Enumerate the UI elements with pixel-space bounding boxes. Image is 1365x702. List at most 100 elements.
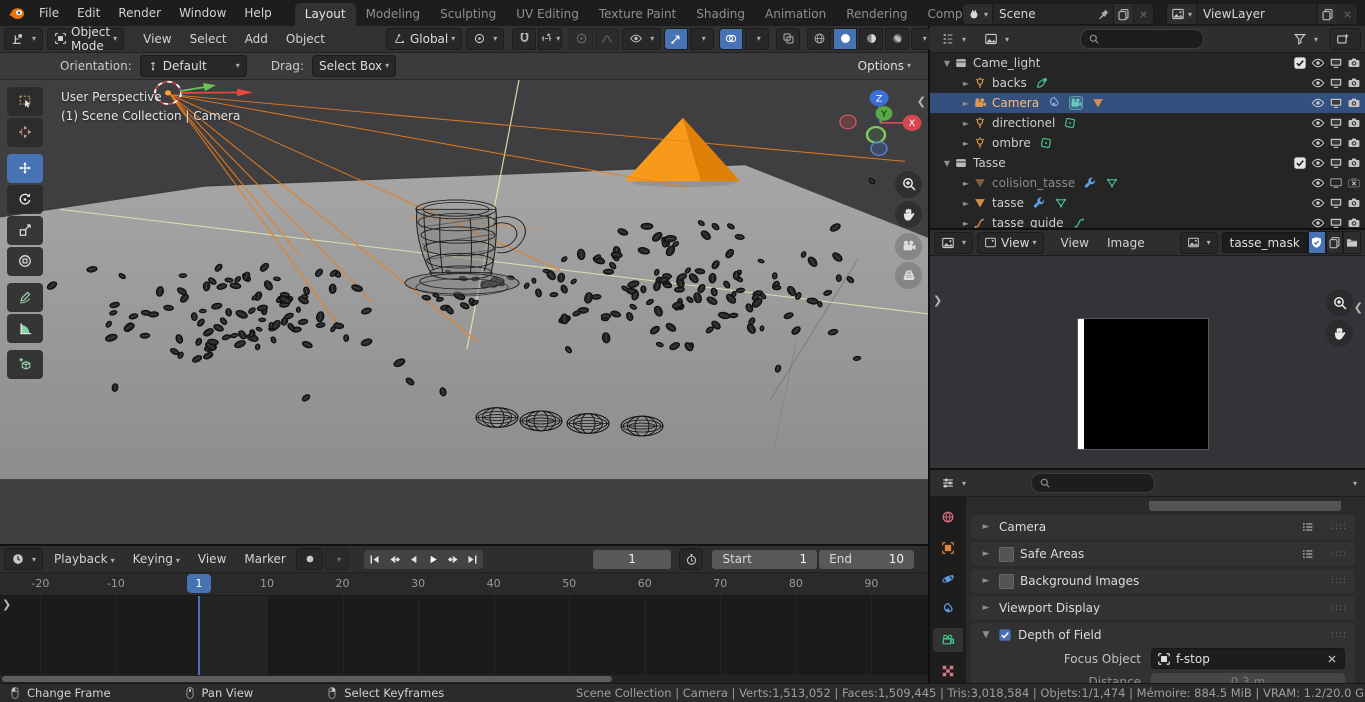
current-frame-field[interactable]: 1 — [593, 550, 672, 569]
disclosure-icon[interactable]: ► — [959, 99, 973, 108]
panel-header[interactable]: ►Background Images:::: — [971, 569, 1355, 593]
xray-toggle[interactable] — [776, 28, 800, 50]
preset-list-icon[interactable] — [1301, 520, 1315, 534]
zoom-view-button[interactable] — [895, 171, 922, 198]
blender-logo-icon[interactable] — [8, 5, 26, 21]
disclosure-icon[interactable]: ► — [959, 119, 973, 128]
panel-header[interactable]: ▼Depth of Field:::: — [971, 623, 1355, 647]
viewport-canvas[interactable]: Z Y X User Perspective (1) Scene Collect… — [0, 80, 928, 545]
auto-keying-toggle[interactable] — [296, 548, 324, 570]
outliner-item-label[interactable]: Tasse — [973, 156, 1006, 170]
image-editor-type-button[interactable]: ▾ — [934, 232, 973, 254]
properties-tab-constraint[interactable] — [933, 597, 963, 621]
focus-object-field[interactable]: f-stop — [1151, 648, 1345, 669]
proportional-edit-toggle[interactable] — [569, 28, 593, 50]
panel-disclosure-icon[interactable]: ► — [979, 603, 993, 613]
disclosure-icon[interactable]: ▼ — [940, 159, 954, 168]
use-preview-range-toggle[interactable] — [679, 548, 703, 570]
disable-viewport-toggle[interactable] — [1329, 56, 1343, 70]
properties-tab-camera-data[interactable] — [933, 628, 963, 652]
disable-render-toggle[interactable] — [1347, 76, 1361, 90]
timeline-menu-playback[interactable]: Playback▾ — [45, 552, 124, 566]
workspace-tab-sculpting[interactable]: Sculpting — [430, 3, 506, 26]
outliner-item-label[interactable]: tasse_guide — [992, 216, 1064, 228]
outliner-row-tasse_guide[interactable]: ►tasse_guide — [930, 213, 1365, 228]
hide-eye-toggle[interactable] — [1311, 176, 1325, 190]
workspace-tab-layout[interactable]: Layout — [295, 3, 356, 26]
properties-tab-physics[interactable] — [933, 567, 963, 591]
outliner-row-directionel[interactable]: ► directionel — [930, 113, 1365, 133]
panel-drag-grip[interactable]: :::: — [1331, 576, 1347, 586]
tool-rotate-button[interactable] — [7, 185, 43, 214]
disable-render-toggle[interactable] — [1347, 56, 1361, 70]
options-dropdown[interactable]: Options▾ — [851, 55, 918, 77]
panel-drag-grip[interactable]: :::: — [1331, 603, 1347, 613]
disable-render-toggle[interactable] — [1347, 96, 1361, 110]
outliner-row-Tasse[interactable]: ▼ Tasse — [930, 153, 1365, 173]
toggle-ortho-button[interactable] — [895, 262, 922, 289]
mode-dropdown[interactable]: Object Mode▾ — [47, 28, 124, 50]
workspace-tab-modeling[interactable]: Modeling — [356, 3, 431, 26]
viewport-menu-view[interactable]: View — [134, 32, 180, 46]
exclude-checkbox[interactable] — [1293, 56, 1307, 70]
image-menu-view[interactable]: View — [1052, 236, 1098, 250]
workspace-tab-uv-editing[interactable]: UV Editing — [506, 3, 589, 26]
scene-browse-button[interactable]: ▾ — [963, 4, 993, 24]
outliner-row-colision_tasse[interactable]: ►colision_tasse — [930, 173, 1365, 193]
tool-add-cube-button[interactable] — [7, 350, 43, 379]
camera-view-button[interactable] — [895, 233, 922, 260]
hide-eye-toggle[interactable] — [1311, 116, 1325, 130]
panel-checkbox[interactable] — [999, 547, 1014, 562]
timeline-body[interactable]: ❯ — [0, 596, 928, 675]
topbar-menu-window[interactable]: Window — [170, 6, 235, 20]
wireframe-sphere[interactable] — [621, 416, 663, 436]
panel-disclosure-icon[interactable]: ► — [979, 522, 993, 532]
outliner-item-label[interactable]: Came_light — [973, 56, 1040, 70]
disable-viewport-toggle[interactable] — [1329, 136, 1343, 150]
workspace-tab-animation[interactable]: Animation — [755, 3, 836, 26]
open-image-button[interactable] — [1343, 231, 1361, 254]
image-name-field[interactable]: tasse_mask — [1222, 232, 1308, 253]
snap-toggle[interactable] — [512, 28, 536, 50]
gizmos-dropdown[interactable]: ▾ — [690, 28, 714, 50]
topbar-menu-file[interactable]: File — [30, 6, 68, 20]
scene-copy-button[interactable] — [1113, 4, 1133, 24]
drag-setting-dropdown[interactable]: Select Box ▾ — [312, 55, 396, 77]
overlays-toggle[interactable] — [719, 28, 743, 50]
panel-disclosure-icon[interactable]: ▼ — [979, 630, 993, 640]
snap-settings-dropdown[interactable]: ▾ — [538, 28, 562, 50]
outliner-item-label[interactable]: tasse — [992, 196, 1024, 210]
outliner-item-label[interactable]: ombre — [992, 136, 1031, 150]
scene-unlink-button[interactable] — [1133, 4, 1153, 24]
timeline-menu-marker[interactable]: Marker — [235, 552, 294, 566]
new-image-button[interactable] — [1326, 231, 1344, 254]
image-display-mode-dropdown[interactable]: View▾ — [977, 232, 1044, 254]
panel-header[interactable]: ►Safe Areas:::: — [971, 542, 1355, 566]
auto-keying-dropdown[interactable]: ▾ — [325, 548, 349, 570]
panel-checkbox[interactable] — [999, 574, 1014, 589]
disclosure-icon[interactable]: ► — [959, 199, 973, 208]
nav-gizmo-minus-x[interactable] — [840, 115, 856, 129]
timeline-menu-view[interactable]: View — [189, 552, 235, 566]
tool-cursor-button[interactable] — [7, 118, 43, 147]
properties-options-dropdown[interactable]: ▾ — [1353, 479, 1357, 488]
start-frame-field[interactable]: Start1 — [712, 550, 817, 569]
disable-viewport-toggle[interactable] — [1329, 156, 1343, 170]
pivot-point-dropdown[interactable]: ▾ — [466, 28, 504, 50]
hide-eye-toggle[interactable] — [1311, 96, 1325, 110]
hide-eye-toggle[interactable] — [1311, 196, 1325, 210]
orientation-setting-dropdown[interactable]: Default ▾ — [140, 55, 247, 77]
outliner-display-mode-button[interactable]: ▾ — [977, 28, 1016, 50]
disclosure-icon[interactable]: ▼ — [940, 59, 954, 68]
viewlayer-remove-button[interactable] — [1337, 4, 1357, 24]
outliner-item-label[interactable]: directionel — [992, 116, 1055, 130]
object-visibility-dropdown[interactable]: ▾ — [622, 28, 661, 50]
shading-solid-button[interactable] — [833, 28, 857, 50]
outliner-editor-type-button[interactable]: ▾ — [934, 28, 973, 50]
panel-drag-grip[interactable]: :::: — [1331, 522, 1347, 532]
timeline-scrollbar[interactable] — [0, 675, 928, 683]
shading-material-button[interactable] — [859, 28, 883, 50]
toolbar-expand-arrow[interactable]: ❯ — [933, 294, 942, 307]
panel-drag-grip[interactable]: :::: — [1331, 549, 1347, 559]
viewport-menu-object[interactable]: Object — [277, 32, 334, 46]
